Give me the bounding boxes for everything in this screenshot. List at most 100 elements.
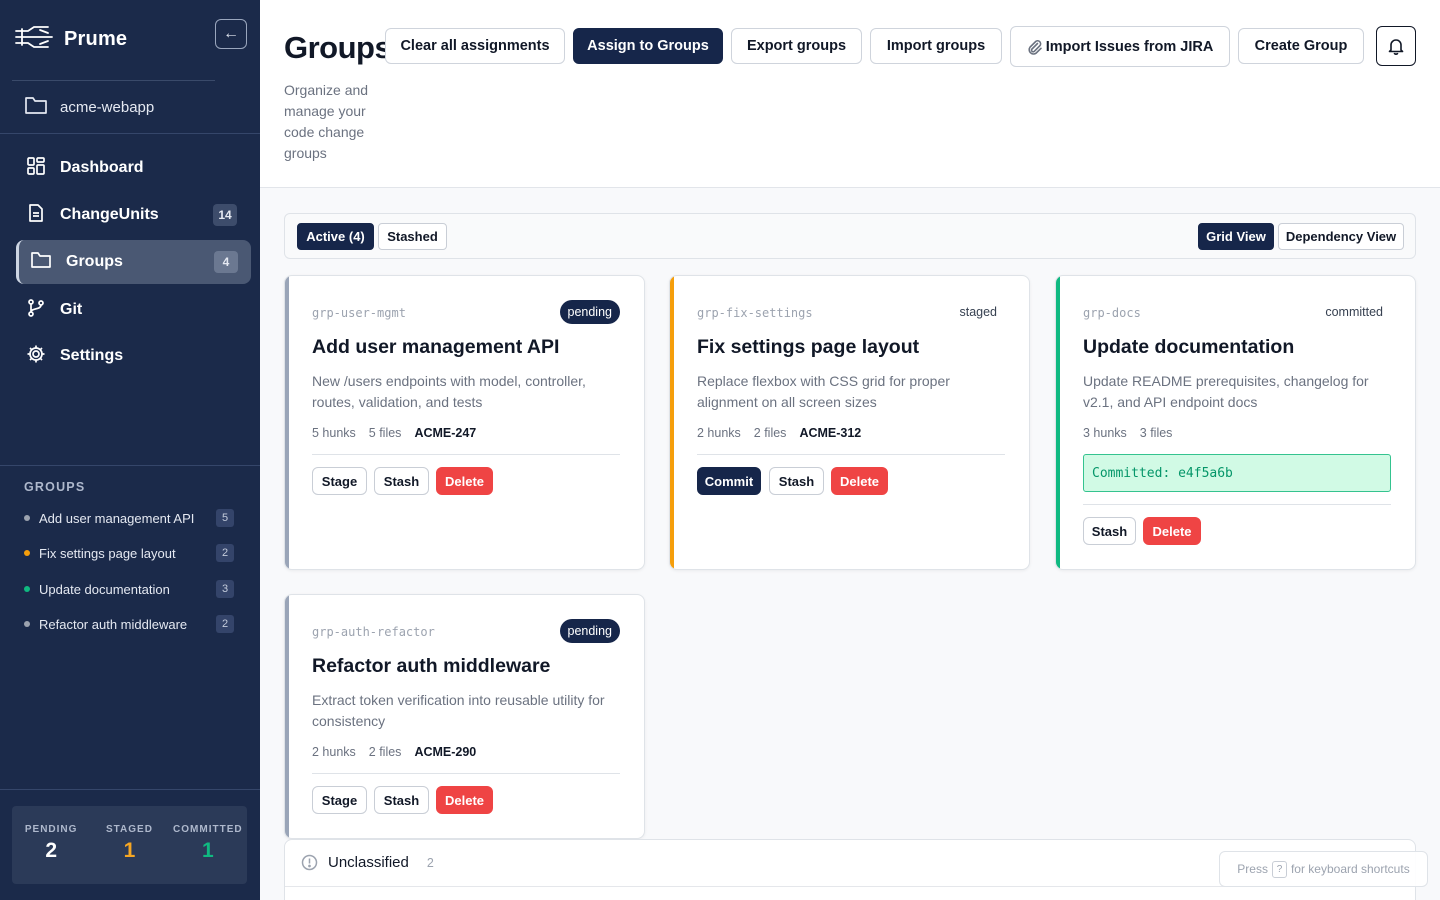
hunk-count: 2 hunks (697, 426, 741, 440)
status-dot (24, 515, 30, 521)
group-card[interactable]: grp-user-mgmt pending Add user managemen… (284, 275, 645, 570)
sidebar-groups-title: GROUPS (24, 480, 86, 494)
group-filter-bar: Active (4) Stashed Grid View Dependency … (284, 213, 1416, 259)
status-badge: pending (559, 300, 620, 324)
prume-logo-icon (14, 23, 54, 56)
file-count: 2 files (368, 745, 402, 759)
export-groups-button[interactable]: Export groups (731, 28, 862, 64)
divider (312, 773, 620, 774)
tab-stashed[interactable]: Stashed (378, 223, 447, 250)
nav-label: Git (60, 301, 83, 318)
grid-icon (26, 156, 46, 181)
group-card[interactable]: grp-fix-settings staged Fix settings pag… (669, 275, 1030, 570)
import-jira-button[interactable]: Import Issues from JIRA (1010, 26, 1230, 67)
stash-button[interactable]: Stash (374, 467, 429, 495)
group-description: Extract token verification into reusable… (312, 692, 605, 729)
group-meta: 2 hunks 2 files ACME-290 (312, 745, 476, 759)
stash-button[interactable]: Stash (374, 786, 429, 814)
assign-to-groups-button[interactable]: Assign to Groups (573, 28, 723, 64)
collapse-sidebar-button[interactable]: ← (215, 19, 247, 49)
jira-ticket[interactable]: ACME-247 (414, 426, 476, 440)
nav-item-groups[interactable]: Groups 4 (16, 240, 251, 284)
group-slug: grp-fix-settings (697, 306, 813, 320)
project-name: acme-webapp (60, 98, 155, 116)
jira-ticket[interactable]: ACME-290 (414, 745, 476, 759)
nav-item-settings[interactable]: Settings (16, 334, 251, 378)
project-selector[interactable]: acme-webapp (24, 94, 154, 120)
import-groups-button[interactable]: Import groups (870, 28, 1002, 64)
divider (12, 80, 215, 81)
clear-assignments-button[interactable]: Clear all assignments (385, 28, 565, 64)
group-meta: 2 hunks 2 files ACME-312 (697, 426, 861, 440)
stage-button[interactable]: Stage (312, 786, 367, 814)
info-icon (301, 854, 318, 871)
folder-icon (30, 250, 52, 275)
nav-label: Groups (66, 253, 123, 270)
arrow-left-icon: ← (223, 25, 239, 42)
group-card[interactable]: grp-docs committed Update documentation … (1055, 275, 1416, 570)
page-title: Groups (284, 30, 392, 65)
divider (0, 789, 260, 790)
hint-prefix: Press (1237, 862, 1268, 876)
nav-label: Settings (60, 347, 124, 364)
page-header: Groups Organize and manage your code cha… (260, 0, 1440, 188)
status-dot (24, 621, 30, 627)
hunk-count: 5 hunks (312, 426, 356, 440)
git-branch-icon (26, 298, 46, 323)
stat-staged: STAGED 1 (90, 806, 168, 884)
commit-button[interactable]: Commit (697, 467, 761, 495)
stage-button[interactable]: Stage (312, 467, 367, 495)
group-slug: grp-user-mgmt (312, 306, 406, 320)
delete-button[interactable]: Delete (1143, 517, 1201, 545)
stat-pending: PENDING 2 (12, 806, 90, 884)
divider (0, 133, 260, 134)
stat-value: 1 (123, 839, 136, 862)
nav-item-git[interactable]: Git (16, 288, 251, 332)
group-description: Replace flexbox with CSS grid for proper… (697, 373, 950, 410)
hunk-count: 2 hunks (312, 745, 356, 759)
sidebar-group-item[interactable]: Fix settings page layout 2 (24, 543, 236, 563)
sidebar-group-label: Update documentation (39, 581, 170, 597)
delete-button[interactable]: Delete (436, 467, 493, 495)
status-dot (24, 550, 30, 556)
stash-button[interactable]: Stash (1083, 517, 1136, 545)
nav-item-dashboard[interactable]: Dashboard (16, 146, 251, 190)
divider (1083, 504, 1391, 505)
group-title: Fix settings page layout (697, 336, 920, 358)
gear-icon (26, 344, 46, 369)
delete-button[interactable]: Delete (436, 786, 493, 814)
jira-ticket[interactable]: ACME-312 (799, 426, 861, 440)
unclassified-header[interactable]: Unclassified 2 (301, 854, 434, 871)
status-summary: PENDING 2 STAGED 1 COMMITTED 1 (12, 806, 247, 884)
create-group-button[interactable]: Create Group (1238, 28, 1364, 64)
tab-active[interactable]: Active (4) (297, 223, 374, 250)
delete-button[interactable]: Delete (831, 467, 888, 495)
unclassified-count: 2 (426, 855, 434, 870)
group-title: Add user management API (312, 336, 560, 358)
group-card[interactable]: grp-auth-refactor pending Refactor auth … (284, 594, 645, 839)
brand[interactable]: Prume (14, 22, 127, 56)
sidebar-group-count: 5 (216, 509, 234, 527)
import-jira-label: Import Issues from JIRA (1045, 38, 1214, 55)
app-name: Prume (64, 27, 128, 50)
stat-label: PENDING (24, 824, 78, 835)
status-badge: staged (959, 305, 997, 319)
stash-button[interactable]: Stash (769, 467, 824, 495)
sidebar-group-item[interactable]: Update documentation 3 (24, 579, 236, 599)
group-slug: grp-auth-refactor (312, 625, 435, 639)
paperclip-icon (1027, 39, 1043, 55)
group-meta: 5 hunks 5 files ACME-247 (312, 426, 476, 440)
nav-item-changeunits[interactable]: ChangeUnits 14 (16, 193, 251, 237)
page-subtitle: Organize and manage your code change gro… (284, 82, 369, 161)
group-slug: grp-docs (1083, 306, 1141, 320)
divider (697, 454, 1005, 455)
notifications-button[interactable] (1376, 26, 1416, 66)
stat-label: COMMITTED (173, 824, 243, 835)
keyboard-shortcut-hint: Press ? for keyboard shortcuts (1219, 851, 1428, 887)
group-description: New /users endpoints with model, control… (312, 373, 586, 410)
unclassified-label: Unclassified (328, 854, 409, 871)
dependency-view-toggle[interactable]: Dependency View (1278, 223, 1404, 250)
grid-view-toggle[interactable]: Grid View (1198, 223, 1274, 250)
sidebar-group-item[interactable]: Refactor auth middleware 2 (24, 614, 236, 634)
sidebar-group-item[interactable]: Add user management API 5 (24, 508, 236, 528)
